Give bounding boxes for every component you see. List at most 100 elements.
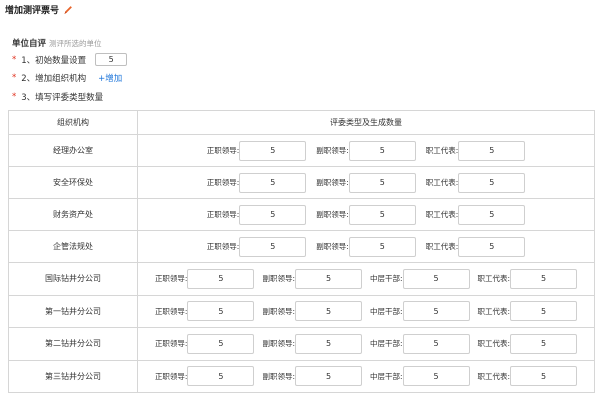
field-label: 中层干部: <box>370 371 403 381</box>
field-cell: 正职领导: 5 副职领导: 5 职工代表: 5 <box>137 230 595 263</box>
reviewer-table: 组织机构 评委类型及生成数量 经理办公室 正职领导: 5 副职领导: 5 职工代表:… <box>8 110 595 393</box>
field-cell: 正职领导: 5 副职领导: 5 职工代表: 5 <box>137 198 595 231</box>
table-row: 国际钻井分公司 正职领导: 5 副职领导: 5 中层干部: 5 职工代表: 5 <box>8 262 595 296</box>
field-label: 副职领导: <box>262 371 295 381</box>
field-label: 副职领导: <box>262 306 295 316</box>
count-input[interactable]: 5 <box>458 204 526 225</box>
field-label: 副职领导: <box>262 339 295 349</box>
required-mark: * <box>12 92 17 102</box>
field-label: 职工代表: <box>477 274 511 284</box>
initial-count-input[interactable]: 5 <box>95 53 128 66</box>
pencil-icon[interactable] <box>63 5 73 15</box>
field-label: 正职领导: <box>206 146 240 155</box>
step-add-org: * 2、增加组织机构 +增加 <box>12 72 122 84</box>
org-name: 企管法规处 <box>8 230 138 263</box>
field-label: 职工代表: <box>477 371 511 381</box>
count-input[interactable]: 5 <box>295 301 362 322</box>
count-input[interactable]: 5 <box>348 236 416 257</box>
unit-section: 单位自评 测评所选的单位 <box>12 37 102 49</box>
field-label: 职工代表: <box>425 178 459 187</box>
header-org: 组织机构 <box>8 110 138 135</box>
org-name: 经理办公室 <box>8 134 138 167</box>
table-row: 企管法规处 正职领导: 5 副职领导: 5 职工代表: 5 <box>8 230 595 263</box>
count-input[interactable]: 5 <box>187 268 255 289</box>
count-input[interactable]: 5 <box>402 301 470 322</box>
count-input[interactable]: 5 <box>239 172 307 193</box>
field-label: 中层干部: <box>370 306 403 316</box>
org-name: 第二钻井分公司 <box>8 327 138 361</box>
org-name: 国际钻井分公司 <box>8 262 138 296</box>
field-label: 副职领导: <box>316 146 349 155</box>
field-cell: 正职领导: 5 副职领导: 5 职工代表: 5 <box>137 134 595 167</box>
field-label: 正职领导: <box>206 210 240 219</box>
count-input[interactable]: 5 <box>348 140 416 161</box>
field-label: 中层干部: <box>370 274 403 284</box>
count-input[interactable]: 5 <box>187 301 255 322</box>
step-label: 2、增加组织机构 <box>21 74 87 84</box>
field-label: 副职领导: <box>262 274 295 284</box>
field-label: 职工代表: <box>477 306 511 316</box>
count-input[interactable]: 5 <box>458 172 526 193</box>
required-mark: * <box>12 54 17 65</box>
field-label: 职工代表: <box>425 210 459 219</box>
count-input[interactable]: 5 <box>458 236 526 257</box>
field-label: 职工代表: <box>477 339 511 349</box>
org-name: 财务资产处 <box>8 198 138 231</box>
page-title-text: 增加测评票号 <box>5 6 60 16</box>
field-label: 正职领导: <box>154 371 188 381</box>
page-title: 增加测评票号 <box>5 3 73 16</box>
header-types: 评委类型及生成数量 <box>137 110 595 135</box>
count-input[interactable]: 5 <box>510 333 578 354</box>
count-input[interactable]: 5 <box>295 333 362 354</box>
org-name: 第一钻井分公司 <box>8 294 138 328</box>
count-input[interactable]: 5 <box>187 366 255 387</box>
field-label: 中层干部: <box>370 339 403 349</box>
count-input[interactable]: 5 <box>510 301 578 322</box>
count-input[interactable]: 5 <box>239 204 307 225</box>
field-label: 正职领导: <box>154 274 188 284</box>
step-reviewer-types: * 3、填写评委类型数量 <box>12 91 103 103</box>
field-label: 正职领导: <box>154 339 188 349</box>
count-input[interactable]: 5 <box>402 366 470 387</box>
field-label: 副职领导: <box>316 210 349 219</box>
count-input[interactable]: 5 <box>510 366 578 387</box>
field-label: 职工代表: <box>425 242 459 251</box>
table-header-row: 组织机构 评委类型及生成数量 <box>8 110 595 135</box>
count-input[interactable]: 5 <box>510 268 578 289</box>
step-initial-count: * 1、初始数量设置 5 <box>12 53 128 66</box>
step-label: 1、初始数量设置 <box>21 55 87 66</box>
count-input[interactable]: 5 <box>295 366 362 387</box>
count-input[interactable]: 5 <box>348 172 416 193</box>
table-row: 第二钻井分公司 正职领导: 5 副职领导: 5 中层干部: 5 职工代表: 5 <box>8 327 595 361</box>
field-label: 正职领导: <box>206 242 240 251</box>
count-input[interactable]: 5 <box>402 268 470 289</box>
count-input[interactable]: 5 <box>348 204 416 225</box>
table-row: 安全环保处 正职领导: 5 副职领导: 5 职工代表: 5 <box>8 166 595 199</box>
table-row: 第三钻井分公司 正职领导: 5 副职领导: 5 中层干部: 5 职工代表: 5 <box>8 359 595 393</box>
count-input[interactable]: 5 <box>458 140 526 161</box>
field-cell: 正职领导: 5 副职领导: 5 中层干部: 5 职工代表: 5 <box>137 359 595 393</box>
table-row: 第一钻井分公司 正职领导: 5 副职领导: 5 中层干部: 5 职工代表: 5 <box>8 294 595 328</box>
field-cell: 正职领导: 5 副职领导: 5 职工代表: 5 <box>137 166 595 199</box>
table-row: 财务资产处 正职领导: 5 副职领导: 5 职工代表: 5 <box>8 198 595 231</box>
field-label: 正职领导: <box>206 178 240 187</box>
field-label: 职工代表: <box>425 146 459 155</box>
count-input[interactable]: 5 <box>402 333 470 354</box>
count-input[interactable]: 5 <box>239 236 307 257</box>
field-cell: 正职领导: 5 副职领导: 5 中层干部: 5 职工代表: 5 <box>137 294 595 328</box>
count-input[interactable]: 5 <box>187 333 255 354</box>
field-label: 副职领导: <box>316 242 349 251</box>
field-label: 正职领导: <box>154 306 188 316</box>
required-mark: * <box>12 73 17 83</box>
count-input[interactable]: 5 <box>239 140 307 161</box>
unit-hint: 测评所选的单位 <box>49 39 102 48</box>
org-name: 安全环保处 <box>8 166 138 199</box>
unit-label: 单位自评 <box>12 39 47 49</box>
count-input[interactable]: 5 <box>295 268 362 289</box>
table-row: 经理办公室 正职领导: 5 副职领导: 5 职工代表: 5 <box>8 134 595 167</box>
field-cell: 正职领导: 5 副职领导: 5 中层干部: 5 职工代表: 5 <box>137 262 595 296</box>
org-name: 第三钻井分公司 <box>8 359 138 393</box>
field-cell: 正职领导: 5 副职领导: 5 中层干部: 5 职工代表: 5 <box>137 327 595 361</box>
add-org-link[interactable]: +增加 <box>98 72 122 84</box>
step-label: 3、填写评委类型数量 <box>21 93 104 103</box>
